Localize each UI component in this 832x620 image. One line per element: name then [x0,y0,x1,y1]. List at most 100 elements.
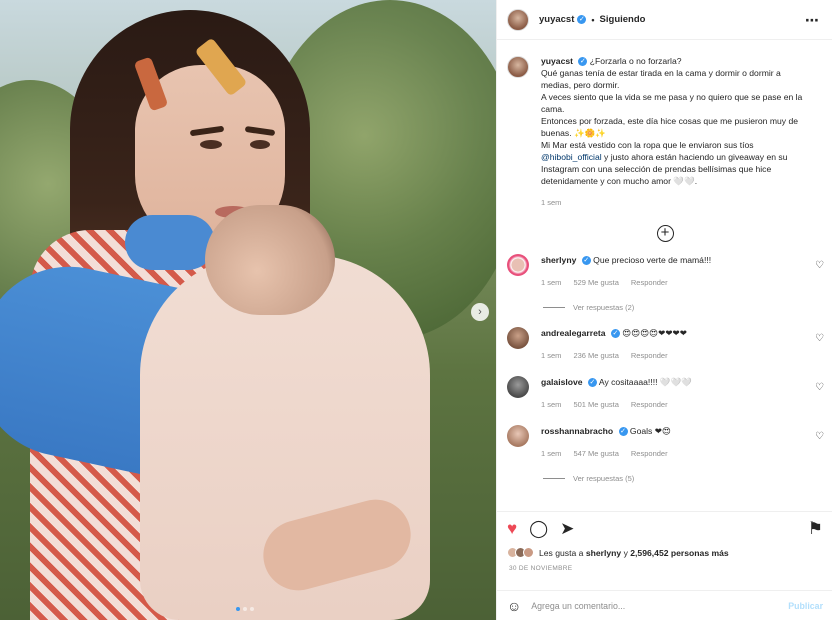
carousel-indicator [236,607,254,611]
comment-text: Goals ❤😍 [629,426,671,436]
comment-meta: 1 sem 236 Me gusta Responder [541,350,687,362]
comment-time[interactable]: 1 sem [541,277,561,289]
instagram-post-modal: › yuyacst ✓ • Siguiendo ⋯ yuyacst ✓ ¿For… [0,0,832,620]
comment-item: sherlyny ✓ Que precioso verte de mamá!!!… [497,254,832,289]
commenter-avatar[interactable] [507,327,529,349]
post-date[interactable]: 30 DE NOVIEMBRE [497,558,832,572]
comments-scroll-area[interactable]: yuyacst ✓ ¿Forzarla o no forzarla? Qué g… [497,41,832,511]
caption-body: yuyacst ✓ ¿Forzarla o no forzarla? Qué g… [541,55,811,209]
commenter-avatar[interactable] [507,425,529,447]
comment-likes[interactable]: 529 Me gusta [573,277,618,289]
chevron-right-icon: › [478,306,482,318]
comment-likes[interactable]: 501 Me gusta [573,399,618,411]
comment-body: andrealegarreta ✓ 😍😍😍😍❤❤❤❤ 1 sem 236 Me … [541,327,687,362]
photo-sweater-neck [125,215,215,270]
photo-eye [250,140,270,149]
post-header: yuyacst ✓ • Siguiendo ⋯ [497,0,832,40]
carousel-next-button[interactable]: › [471,303,489,321]
comment-body: sherlyny ✓ Que precioso verte de mamá!!!… [541,254,711,289]
caption-line: A veces siento que la vida se me pasa y … [541,92,803,114]
reply-button[interactable]: Responder [631,448,668,460]
likes-text: Les gusta a sherlyny y 2,596,452 persona… [539,548,729,558]
comment-input[interactable] [531,600,789,611]
like-comment-icon[interactable]: ♡ [815,260,824,271]
more-options-icon[interactable]: ⋯ [805,12,820,29]
comment-time[interactable]: 1 sem [541,448,561,460]
comment-body: rosshannabracho ✓ Goals ❤😍 1 sem 547 Me … [541,425,671,460]
view-replies-button[interactable]: Ver respuestas (2) [543,303,832,312]
carousel-dot [236,607,240,611]
load-more-comments[interactable]: + [497,225,832,242]
post-caption: yuyacst ✓ ¿Forzarla o no forzarla? Qué g… [497,41,832,209]
liker-avatar [523,547,534,558]
comment-body: galaislove ✓ Ay cositaaaa!!!! 🤍🤍🤍 1 sem … [541,376,692,411]
action-icons: ♥ ◯ ➤ ⚑ [497,512,832,538]
comment-item: rosshannabracho ✓ Goals ❤😍 1 sem 547 Me … [497,425,832,460]
caption-username[interactable]: yuyacst [541,56,573,66]
like-comment-icon[interactable]: ♡ [815,333,824,344]
verified-icon: ✓ [578,57,588,67]
caption-text: Mi Mar está vestido con la ropa que le e… [541,140,754,150]
author-avatar[interactable] [507,8,529,31]
separator-dot: • [591,14,595,25]
like-comment-icon[interactable]: ♡ [815,431,824,442]
comment-meta: 1 sem 501 Me gusta Responder [541,399,692,411]
comment-item: andrealegarreta ✓ 😍😍😍😍❤❤❤❤ 1 sem 236 Me … [497,327,832,362]
reply-button[interactable]: Responder [631,399,668,411]
post-comment-button[interactable]: Publicar [788,601,823,611]
likes-count[interactable]: 2,596,452 personas más [630,548,728,558]
verified-icon: ✓ [581,256,591,266]
commenter-username[interactable]: andrealegarreta [541,328,606,338]
likes-summary: Les gusta a sherlyny y 2,596,452 persona… [497,538,832,558]
liker-username[interactable]: sherlyny [586,548,621,558]
post-photo[interactable]: › [0,0,496,620]
comment-likes[interactable]: 236 Me gusta [573,350,618,362]
like-comment-icon[interactable]: ♡ [815,382,824,393]
caption-line: Qué ganas tenía de estar tirada en la ca… [541,68,781,90]
post-actions: ♥ ◯ ➤ ⚑ Les gusta a sherlyny y 2,596,452… [497,511,832,620]
caption-avatar[interactable] [507,56,529,78]
share-icon[interactable]: ➤ [560,520,574,538]
bookmark-icon[interactable]: ⚑ [808,520,823,538]
mention-link[interactable]: @hibobi_official [541,152,602,162]
likes-prefix: Les gusta a [539,547,586,558]
comment-text: Que precioso verte de mamá!!! [593,255,712,265]
comment-meta: 1 sem 529 Me gusta Responder [541,277,711,289]
commenter-username[interactable]: galaislove [541,377,583,387]
comment-text: 😍😍😍😍❤❤❤❤ [622,328,687,338]
replies-line [543,307,565,308]
verified-icon: ✓ [577,15,587,24]
comment-likes[interactable]: 547 Me gusta [573,448,618,460]
commenter-username[interactable]: rosshannabracho [541,426,613,436]
photo-eye [200,140,222,149]
verified-icon: ✓ [610,329,620,339]
plus-circle-icon[interactable]: + [656,225,674,242]
comment-item: galaislove ✓ Ay cositaaaa!!!! 🤍🤍🤍 1 sem … [497,376,832,411]
following-button[interactable]: Siguiendo [600,14,646,25]
add-comment-bar: ☺ Publicar [497,590,832,620]
likes-conjunction: y [621,547,631,558]
view-replies-button[interactable]: Ver respuestas (5) [543,474,832,483]
comment-meta: 1 sem 547 Me gusta Responder [541,448,671,460]
caption-timestamp[interactable]: 1 sem [541,197,811,209]
author-username[interactable]: yuyacst [539,14,574,25]
reply-button[interactable]: Responder [631,350,668,362]
post-sidebar: yuyacst ✓ • Siguiendo ⋯ yuyacst ✓ ¿Forza… [496,0,832,620]
view-replies-label[interactable]: Ver respuestas (5) [573,474,634,483]
carousel-dot [243,607,247,611]
commenter-avatar[interactable] [507,376,529,398]
comment-time[interactable]: 1 sem [541,399,561,411]
comment-icon[interactable]: ◯ [529,520,548,538]
commenter-username[interactable]: sherlyny [541,255,576,265]
comment-time[interactable]: 1 sem [541,350,561,362]
comment-text: Ay cositaaaa!!!! 🤍🤍🤍 [598,377,692,387]
emoji-icon[interactable]: ☺ [507,598,521,614]
caption-line: ¿Forzarla o no forzarla? [589,56,682,66]
verified-icon: ✓ [587,378,597,388]
commenter-avatar[interactable] [507,254,529,276]
view-replies-label[interactable]: Ver respuestas (2) [573,303,634,312]
photo-baby-head [205,205,335,315]
verified-icon: ✓ [618,427,628,437]
reply-button[interactable]: Responder [631,277,668,289]
heart-icon[interactable]: ♥ [507,520,517,538]
